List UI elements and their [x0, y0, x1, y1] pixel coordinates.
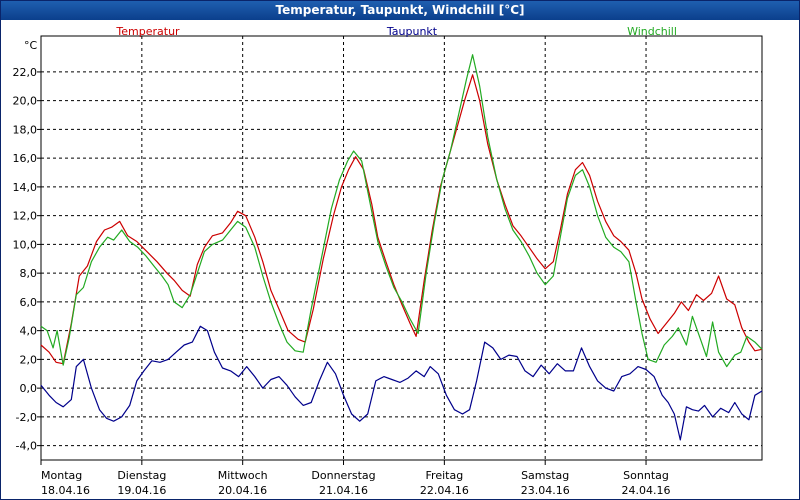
y-tick-label: 0,0: [20, 382, 38, 395]
y-tick-label: 10,0: [13, 238, 38, 251]
y-tick-label: -4,0: [16, 440, 37, 453]
x-tick-date-label: 20.04.16: [218, 484, 267, 497]
plot-area: [40, 35, 763, 461]
y-tick-label: 22,0: [13, 66, 38, 79]
x-tick-day-label: Montag: [41, 469, 82, 482]
x-tick-day-label: Dienstag: [117, 469, 166, 482]
y-tick-label: -2,0: [16, 411, 37, 424]
y-axis-unit-label: °C: [24, 39, 38, 52]
y-tick-label: 4,0: [20, 325, 38, 338]
y-tick-label: 2,0: [20, 353, 38, 366]
y-tick-label: 14,0: [13, 181, 38, 194]
x-tick-date-label: 19.04.16: [117, 484, 166, 497]
y-tick-label: 6,0: [20, 296, 38, 309]
chart: -4,0 -2,0 0,0 2,0 4,0 6,0 8,0 10,0 12,0 14,0 16,0 1…: [13, 25, 763, 497]
x-tick-date-label: 24.04.16: [622, 484, 671, 497]
x-tick-day-label: Samstag: [521, 469, 569, 482]
legend-label-temperatur: Temperatur: [115, 25, 180, 38]
x-tick-day-label: Donnerstag: [311, 469, 375, 482]
y-axis: -4,0 -2,0 0,0 2,0 4,0 6,0 8,0 10,0 12,0 14,0 16,0 1…: [13, 66, 41, 453]
x-axis: Montag 18.04.16 Dienstag 19.04.16 Mittwoch 20…: [40, 460, 671, 497]
y-tick-label: 12,0: [13, 210, 38, 223]
x-tick-date-label: 22.04.16: [420, 484, 469, 497]
y-tick-label: 16,0: [13, 152, 38, 165]
legend-label-taupunkt: Taupunkt: [386, 25, 438, 38]
x-tick-day-label: Mittwoch: [218, 469, 268, 482]
y-tick-label: 20,0: [13, 95, 38, 108]
y-tick-label: 8,0: [20, 267, 38, 280]
x-tick-date-label: 23.04.16: [521, 484, 570, 497]
x-tick-day-label: Sonntag: [623, 469, 669, 482]
x-tick-date-label: 21.04.16: [319, 484, 368, 497]
legend-label-windchill: Windchill: [627, 25, 677, 38]
x-tick-date-label: 18.04.16: [41, 484, 90, 497]
y-tick-label: 18,0: [13, 123, 38, 136]
x-tick-day-label: Freitag: [426, 469, 464, 482]
